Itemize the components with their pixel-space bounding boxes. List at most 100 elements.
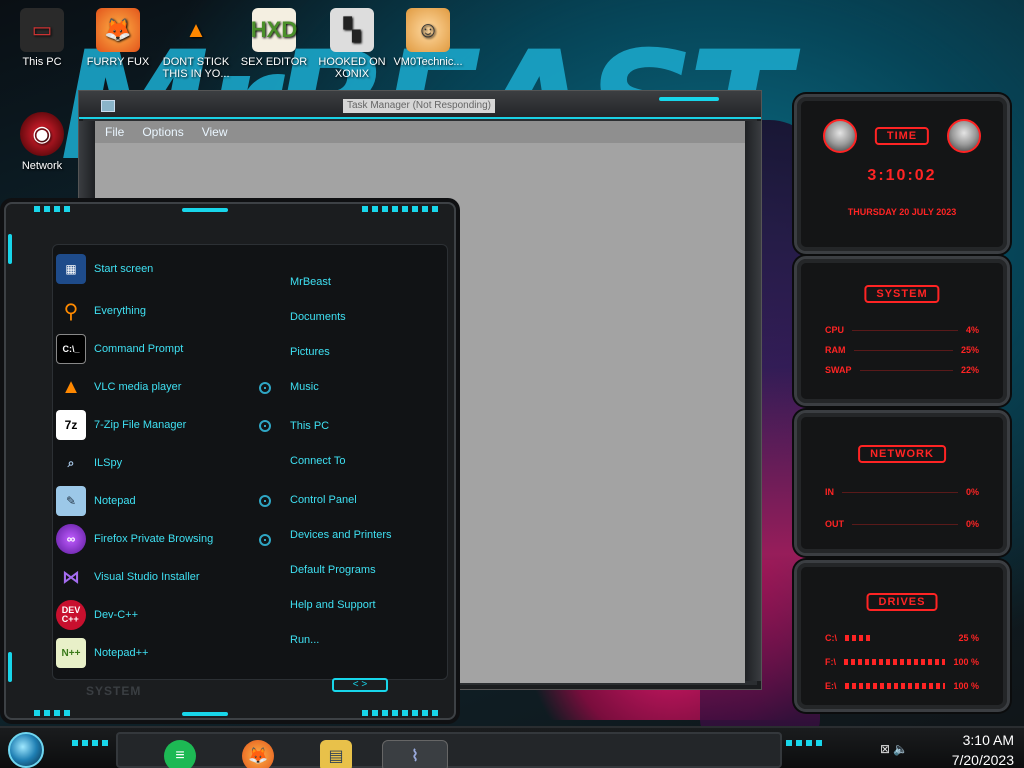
place-control-panel[interactable]: Control Panel <box>290 494 357 506</box>
start-item-vs-installer[interactable]: ⋈ Visual Studio Installer <box>56 560 200 594</box>
row-label: SWAP <box>825 365 852 375</box>
desktop-icon-dont-stick[interactable]: ▲ DONT STICK THIS IN YO... <box>154 8 238 80</box>
taskbar-time: 3:10 AM <box>962 732 1014 748</box>
taskbar-clock[interactable]: 3:10 AM 7/20/2023 <box>952 730 1014 768</box>
menu-view[interactable]: View <box>202 125 228 139</box>
place-music[interactable]: Music <box>290 381 319 393</box>
start-orb-button[interactable] <box>8 732 44 768</box>
start-menu-nav-button[interactable]: < > <box>332 678 388 692</box>
row-value: 100 % <box>953 657 979 667</box>
title-accent <box>659 97 719 101</box>
gadget-drives-row: F:\ 100 % <box>825 657 979 667</box>
drive-usage-bar <box>844 659 946 665</box>
task-manager-taskbar-icon[interactable]: ⌇ <box>382 740 448 768</box>
start-item-devcpp[interactable]: DEV C++ Dev-C++ <box>56 598 138 632</box>
gadget-time-clock: 3:10:02 <box>867 167 937 184</box>
user-icon: ☺ <box>406 8 450 52</box>
firefox-icon: 🦊 <box>96 8 140 52</box>
notes-app-icon[interactable]: ≡ <box>164 740 196 768</box>
submenu-arrow-icon <box>259 420 271 432</box>
taskbar-accent <box>786 740 822 746</box>
start-item-label: Notepad <box>94 495 136 507</box>
taskbar: ≡ 🦊 ▤ ⌇ ⊠ 🔈 3:10 AM 7/20/2023 <box>0 726 1024 768</box>
gadget-time: TIME 3:10:02 THURSDAY 20 JULY 2023 <box>794 94 1010 254</box>
vlc-cone-icon: ▲ <box>61 375 81 398</box>
place-documents[interactable]: Documents <box>290 311 346 323</box>
place-run[interactable]: Run... <box>290 634 319 646</box>
frame-accent <box>182 712 228 716</box>
place-devices-printers[interactable]: Devices and Printers <box>290 529 392 541</box>
ilspy-icon: ⌕ <box>67 455 75 470</box>
place-mrbeast[interactable]: MrBeast <box>290 276 331 288</box>
start-menu-system-label: SYSTEM <box>86 684 142 698</box>
gadget-time-title: TIME <box>874 127 930 145</box>
start-item-label: Dev-C++ <box>94 609 139 621</box>
place-help-support[interactable]: Help and Support <box>290 599 376 611</box>
start-item-everything[interactable]: ⚲ Everything <box>56 294 146 328</box>
drive-usage-bar <box>844 683 946 689</box>
7zip-icon: 7z <box>56 410 86 440</box>
place-default-programs[interactable]: Default Programs <box>290 564 376 576</box>
row-label: OUT <box>825 519 844 529</box>
row-label: RAM <box>825 345 846 355</box>
start-item-label: Firefox Private Browsing <box>94 533 214 545</box>
start-item-vlc[interactable]: ▲ VLC media player <box>56 370 181 404</box>
desktop-icon-furry-fux[interactable]: 🦊 FURRY FUX <box>76 8 160 68</box>
start-item-label: VLC media player <box>94 381 182 393</box>
place-pictures[interactable]: Pictures <box>290 346 330 358</box>
alien-head-icon <box>823 119 857 153</box>
start-item-ilspy[interactable]: ⌕ ILSpy <box>56 446 123 480</box>
frame-accent <box>362 710 438 716</box>
desktop-icon-vm0technic[interactable]: ☺ VM0Technic... <box>386 8 470 68</box>
start-item-label: ILSpy <box>94 457 123 469</box>
submenu-arrow-icon <box>259 495 271 507</box>
taskbar-accent <box>72 740 112 746</box>
notepad-icon: ✎ <box>56 486 86 516</box>
firefox-icon[interactable]: 🦊 <box>242 740 274 768</box>
desktop-icon-this-pc[interactable]: ▭ This PC <box>0 8 84 68</box>
start-screen-icon: ▦ <box>56 254 86 284</box>
start-item-notepadpp[interactable]: N++ Notepad++ <box>56 636 148 670</box>
place-this-pc[interactable]: This PC <box>290 420 329 432</box>
xonix-icon: ▚ <box>330 8 374 52</box>
gadget-network-row: OUT 0% <box>825 519 979 529</box>
start-item-command-prompt[interactable]: C:\_ Command Prompt <box>56 332 183 366</box>
computer-icon: ▭ <box>20 8 64 52</box>
menu-options[interactable]: Options <box>142 125 183 139</box>
row-label: IN <box>825 487 834 497</box>
gadget-system-row: SWAP 22% <box>825 365 979 375</box>
submenu-arrow-icon <box>259 534 271 546</box>
desktop-icon-network[interactable]: ◉ Network <box>0 112 84 172</box>
visual-studio-icon: ⋈ <box>62 566 80 587</box>
start-item-label: Command Prompt <box>94 343 184 355</box>
desktop-icon-sex-editor[interactable]: HXD SEX EDITOR <box>232 8 316 68</box>
task-manager-icon[interactable] <box>101 100 115 112</box>
taskbar-apps: ≡ 🦊 ▤ ⌇ <box>116 732 782 768</box>
frame-accent <box>8 234 12 264</box>
desktop-icon-hooked-on-xonix[interactable]: ▚ HOOKED ON XONIX <box>310 8 394 80</box>
start-item-label: Everything <box>94 305 146 317</box>
start-item-notepad[interactable]: ✎ Notepad <box>56 484 136 518</box>
volume-icon[interactable]: 🔈 <box>893 742 908 756</box>
task-manager-titlebar[interactable]: Task Manager (Not Responding) <box>79 91 761 119</box>
start-item-firefox-private[interactable]: ∞ Firefox Private Browsing <box>56 522 213 556</box>
menu-file[interactable]: File <box>105 125 124 139</box>
file-explorer-icon[interactable]: ▤ <box>320 740 352 768</box>
row-value: 4% <box>965 325 979 335</box>
network-icon: ◉ <box>20 112 64 156</box>
desktop-icon-label: SEX EDITOR <box>240 56 308 68</box>
start-item-start-screen[interactable]: ▦ Start screen <box>56 252 153 286</box>
start-item-label: Visual Studio Installer <box>94 571 200 583</box>
private-browsing-icon: ∞ <box>56 524 86 554</box>
start-item-7zip[interactable]: 7z 7-Zip File Manager <box>56 408 186 442</box>
hxd-icon: HXD <box>251 8 297 52</box>
row-value: 100 % <box>953 681 979 691</box>
task-manager-title: Task Manager (Not Responding) <box>343 99 495 113</box>
gadget-network-title: NETWORK <box>858 445 946 463</box>
network-status-icon[interactable]: ⊠ <box>880 742 890 756</box>
desktop-icon-label: DONT STICK THIS IN YO... <box>162 56 230 80</box>
devcpp-icon: DEV C++ <box>56 600 86 630</box>
place-connect-to[interactable]: Connect To <box>290 455 345 467</box>
window-frame-right <box>745 121 761 681</box>
terminal-icon: C:\_ <box>56 334 86 364</box>
